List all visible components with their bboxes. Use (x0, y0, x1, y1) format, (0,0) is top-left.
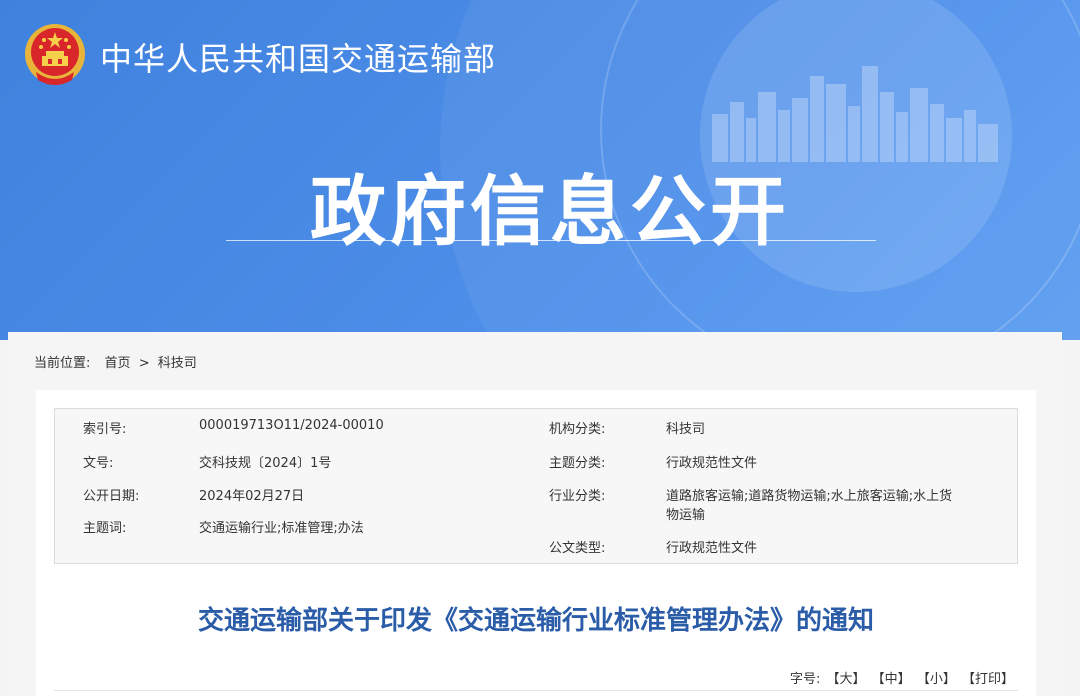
industry-value-line2: 物运输 (666, 508, 706, 523)
section-title: 政府信息公开 (310, 167, 790, 256)
topic-value: 行政规范性文件 (666, 456, 758, 471)
national-emblem-icon (25, 24, 85, 85)
index-label: 索引号: (83, 422, 127, 437)
font-size-label: 字号: (789, 672, 821, 687)
topic-label: 主题分类: (549, 456, 606, 471)
font-medium-button[interactable]: 【中】 (872, 672, 911, 687)
document-metadata-table: 索引号: 000019713O11/2024-00010 文号: 交科技规〔20… (54, 408, 1018, 564)
industry-value-line1: 道路旅客运输;道路货物运输;水上旅客运输;水上货 (666, 489, 953, 504)
keywords-label: 主题词: (83, 521, 127, 536)
content-area: 当前位置: 首页 > 科技司 索引号: 000019713O11/2024-00… (8, 332, 1062, 696)
breadcrumb: 当前位置: 首页 > 科技司 (34, 352, 197, 371)
breadcrumb-home-link[interactable]: 首页 (105, 356, 131, 371)
article-panel: 索引号: 000019713O11/2024-00010 文号: 交科技规〔20… (36, 390, 1036, 696)
document-title: 交通运输部关于印发《交通运输行业标准管理办法》的通知 (197, 606, 874, 636)
publish-date-value: 2024年02月27日 (199, 489, 305, 504)
organization-value: 科技司 (666, 422, 706, 437)
ministry-name: 中华人民共和国交通运输部 (100, 40, 497, 78)
font-large-button[interactable]: 【大】 (827, 672, 866, 687)
doc-type-label: 公文类型: (549, 541, 606, 556)
doc-number-value: 交科技规〔2024〕1号 (199, 456, 332, 471)
industry-label: 行业分类: (549, 489, 606, 504)
organization-label: 机构分类: (549, 422, 606, 437)
breadcrumb-current-link[interactable]: 科技司 (158, 356, 197, 371)
breadcrumb-separator: > (138, 356, 150, 371)
breadcrumb-prefix: 当前位置: (34, 356, 91, 371)
title-underline (226, 240, 876, 241)
index-value: 000019713O11/2024-00010 (199, 418, 384, 433)
font-size-controls: 字号: 【大】 【中】 【小】 【打印】 (788, 668, 1014, 687)
divider (54, 690, 1018, 691)
publish-date-label: 公开日期: (83, 489, 140, 504)
city-skyline-icon (712, 66, 998, 162)
doc-number-label: 文号: (83, 456, 114, 471)
print-button[interactable]: 【打印】 (962, 672, 1014, 687)
font-small-button[interactable]: 【小】 (917, 672, 956, 687)
doc-type-value: 行政规范性文件 (666, 541, 758, 556)
header-banner: 中华人民共和国交通运输部 政府信息公开 (0, 0, 1080, 340)
keywords-value: 交通运输行业;标准管理;办法 (199, 521, 364, 536)
